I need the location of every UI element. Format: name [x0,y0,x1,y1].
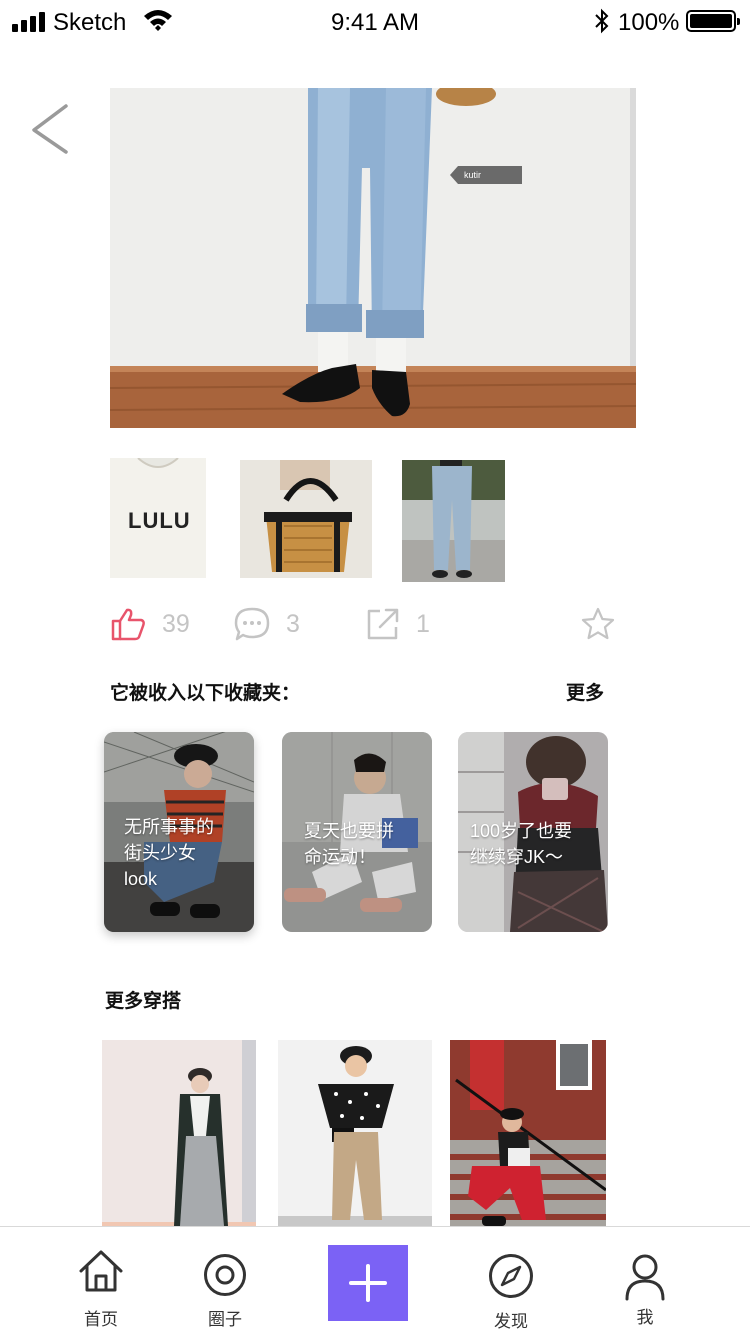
user-icon [625,1254,665,1301]
back-chevron-icon[interactable] [28,100,74,160]
outfit-thumbnail[interactable] [102,1040,256,1230]
collection-card[interactable]: 无所事事的 街头少女 look [104,732,254,932]
share-icon [367,608,399,640]
tab-home[interactable]: 首页 [56,1227,146,1334]
status-bar: Sketch 9:41 AM 100% [0,0,750,44]
card-title: 无所事事的 街头少女 look [124,817,214,889]
like-button[interactable]: 39 [110,604,190,644]
collections-title: 它被收入以下收藏夹： [110,683,301,704]
add-post-button[interactable] [328,1245,408,1321]
outfit-image [450,1040,606,1230]
outfit-thumbnail[interactable] [450,1040,606,1230]
tab-circle-label: 圈子 [208,1310,242,1329]
compass-icon [489,1254,533,1298]
tab-circle[interactable]: 圈子 [180,1227,270,1334]
card-title: 夏天也要拼 命运动！ [304,821,394,867]
home-icon [79,1250,123,1292]
plus-icon [349,1264,387,1302]
tshirt-print-text: LULU [128,508,191,533]
favorite-button[interactable] [580,604,616,644]
battery-icon [686,10,740,32]
tab-home-label: 首页 [84,1310,118,1329]
thumb-lulu-tshirt[interactable]: LULU [110,458,206,578]
collection-card[interactable]: 夏天也要拼 命运动！ [282,732,432,932]
product-tag[interactable]: kutir [450,166,522,184]
tab-bar: 首页 圈子 发现 我 [0,1226,750,1334]
tab-me-label: 我 [636,1308,654,1327]
comment-count: 3 [286,609,300,638]
thumbs-up-icon [111,608,145,641]
share-count: 1 [416,609,430,638]
comment-bubble-icon [234,607,270,641]
outfit-photo[interactable]: kutir [110,88,636,428]
thumb-jeans-street[interactable] [402,460,505,582]
thumb-basket-bag[interactable] [240,460,372,578]
outfit-image [278,1040,432,1230]
star-icon [581,607,615,640]
tab-me[interactable]: 我 [600,1227,690,1334]
bluetooth-icon [595,8,609,34]
collection-card[interactable]: 100岁了也要 继续穿JK～ [458,732,608,932]
tab-discover[interactable]: 发现 [466,1227,556,1334]
card-title: 100岁了也要 继续穿JK～ [470,821,573,867]
comment-button[interactable]: 3 [234,604,300,644]
outfit-thumbnail[interactable] [278,1040,432,1230]
circle-icon [204,1254,246,1296]
collections-more-link[interactable]: 更多 [566,678,604,705]
like-count: 39 [162,609,190,638]
outfit-image [102,1040,256,1230]
battery-percent: 100% [618,9,680,36]
tab-discover-label: 发现 [494,1312,528,1331]
more-outfits-title: 更多穿搭 [105,991,182,1012]
share-button[interactable]: 1 [366,604,430,644]
